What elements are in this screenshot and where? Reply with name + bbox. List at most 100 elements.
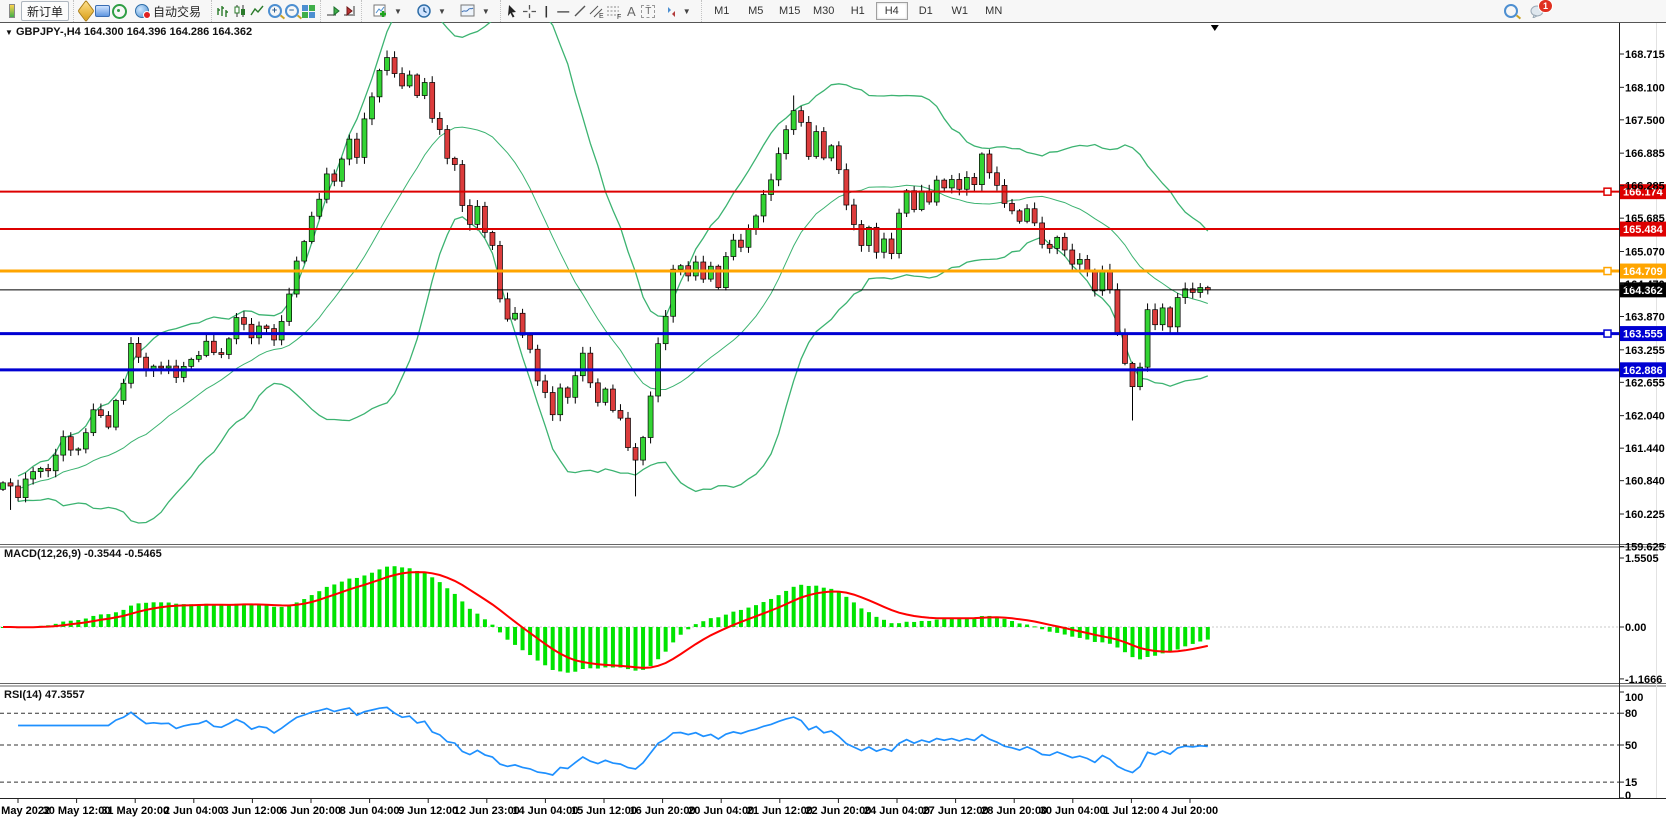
rsi-axis-tick: 100 — [1625, 692, 1643, 704]
price-axis-tick: 165.070 — [1625, 246, 1665, 258]
toolbar-group-scroll — [320, 0, 361, 22]
toolbar-group-objects: | — E F A T ▼ — [500, 0, 701, 22]
templates-dropdown[interactable]: ▼ — [454, 1, 496, 21]
trendline-icon[interactable] — [572, 3, 589, 20]
time-axis-label: 6 Jun 20:00 — [281, 805, 341, 817]
price-axis-tick: 162.655 — [1625, 377, 1665, 389]
new-chart-dropdown[interactable]: ▼ — [366, 1, 408, 21]
autotrading-label: 自动交易 — [153, 3, 201, 20]
time-axis-label: 28 Jun 20:00 — [981, 805, 1047, 817]
price-axis-tick: 160.225 — [1625, 509, 1665, 521]
price-line-label: 164.709 — [1623, 266, 1663, 278]
chart-area[interactable]: 166.174165.484164.709164.362163.555162.8… — [0, 22, 1666, 823]
macd-axis-tick: 0.00 — [1625, 622, 1646, 634]
price-axis-tick: 161.440 — [1625, 443, 1665, 455]
periods-dropdown[interactable]: ▼ — [410, 1, 452, 21]
zoom-in-icon[interactable]: + — [266, 3, 283, 20]
crosshair-icon[interactable] — [521, 3, 538, 20]
rsi-axis-tick: 15 — [1625, 777, 1637, 789]
price-axis-tick: 163.870 — [1625, 312, 1665, 324]
price-axis-tick: 159.625 — [1625, 541, 1665, 553]
text-icon[interactable]: A — [623, 3, 640, 20]
new-order-label: 新订单 — [27, 3, 63, 20]
line-chart-icon[interactable] — [249, 3, 266, 20]
time-axis-label: 24 Jun 04:00 — [864, 805, 930, 817]
timeframe-m1[interactable]: M1 — [706, 2, 738, 20]
timeframe-w1[interactable]: W1 — [944, 2, 976, 20]
time-axis-label: 3 Jun 12:00 — [222, 805, 282, 817]
price-axis-tick: 160.840 — [1625, 476, 1665, 488]
mt4-window: 新订单 自动交易 + − ▼ ▼ ▼ — [0, 0, 1666, 823]
price-axis-tick: 168.715 — [1625, 49, 1665, 61]
toolbar: 新订单 自动交易 + − ▼ ▼ ▼ — [0, 0, 1666, 23]
price-line-label: 162.886 — [1623, 365, 1663, 377]
cursor-icon[interactable] — [504, 3, 521, 20]
metaeditor-icon[interactable] — [77, 3, 94, 20]
toolbar-group-trade: 新订单 — [0, 0, 73, 22]
time-axis-label: 14 Jun 04:00 — [512, 805, 578, 817]
chart-title: ▼ GBPJPY-,H4 164.300 164.396 164.286 164… — [5, 26, 252, 38]
time-axis-label: 31 May 20:00 — [101, 805, 169, 817]
price-axis-tick: 166.285 — [1625, 181, 1665, 193]
timeframe-h1[interactable]: H1 — [842, 2, 874, 20]
timeframe-mn[interactable]: MN — [978, 2, 1010, 20]
toolbar-group-apps: 自动交易 — [73, 0, 211, 22]
chart-shift-icon[interactable] — [341, 3, 358, 20]
time-axis-label: 1 Jul 12:00 — [1103, 805, 1159, 817]
time-axis-label: 27 Jun 12:00 — [923, 805, 989, 817]
notification-badge: 1 — [1538, 0, 1553, 13]
time-axis-label: 4 Jul 20:00 — [1162, 805, 1218, 817]
new-order-button[interactable]: 新订单 — [21, 1, 69, 21]
rsi-axis-tick: 50 — [1625, 740, 1637, 752]
time-axis-label: 8 Jun 04:00 — [340, 805, 400, 817]
channel-letter: E — [599, 13, 604, 19]
terminal-icon[interactable] — [94, 3, 111, 20]
auto-scroll-icon[interactable] — [324, 3, 341, 20]
candlestick-icon[interactable] — [232, 3, 249, 20]
time-axis-label: 9 Jun 12:00 — [398, 805, 458, 817]
time-axis-label: 20 Jun 04:00 — [688, 805, 754, 817]
fibonacci-icon[interactable]: F — [606, 3, 623, 20]
timeframe-m30[interactable]: M30 — [808, 2, 840, 20]
price-axis-tick: 168.100 — [1625, 82, 1665, 94]
rsi-axis-tick: 80 — [1625, 708, 1637, 720]
price-axis-tick: 163.255 — [1625, 345, 1665, 357]
signals-icon[interactable] — [111, 3, 128, 20]
timeframe-h4[interactable]: H4 — [876, 2, 908, 20]
zoom-out-icon[interactable]: − — [283, 3, 300, 20]
tile-windows-icon[interactable] — [300, 3, 317, 20]
text-label-icon[interactable]: T — [640, 3, 657, 20]
bar-chart-icon[interactable] — [215, 3, 232, 20]
search-icon[interactable] — [1502, 3, 1519, 20]
price-line-label: 163.555 — [1623, 329, 1663, 341]
price-axis-tick: 167.500 — [1625, 115, 1665, 127]
time-axis-label: 22 Jun 20:00 — [805, 805, 871, 817]
svg-text:F: F — [617, 14, 621, 19]
equidistant-channel-icon[interactable]: E — [589, 3, 606, 20]
chat-icon[interactable]: 1 — [1529, 3, 1546, 20]
macd-axis-tick: 1.5505 — [1625, 553, 1659, 565]
price-axis-tick: 166.885 — [1625, 148, 1665, 160]
horizontal-line-icon[interactable]: — — [555, 3, 572, 20]
price-axis-tick: 162.040 — [1625, 411, 1665, 423]
timeframe-m15[interactable]: M15 — [774, 2, 806, 20]
time-axis-label: 12 Jun 23:00 — [454, 805, 520, 817]
symbol-dropdown-icon[interactable]: ▼ — [5, 28, 13, 37]
arrows-dropdown[interactable]: ▼ — [658, 1, 697, 21]
toolbar-group-timeframes: M1 M5 M15 M30 H1 H4 D1 W1 MN — [701, 0, 1014, 22]
timeframe-m5[interactable]: M5 — [740, 2, 772, 20]
autotrading-icon — [135, 4, 149, 18]
price-axis-tick: 164.470 — [1625, 279, 1665, 291]
timeframe-d1[interactable]: D1 — [910, 2, 942, 20]
price-axis-tick: 165.685 — [1625, 213, 1665, 225]
autotrading-button[interactable]: 自动交易 — [129, 1, 207, 21]
market-watch-icon[interactable] — [3, 3, 20, 20]
macd-label: MACD(12,26,9) -0.3544 -0.5465 — [4, 548, 162, 560]
time-axis-label: 2 Jun 04:00 — [164, 805, 224, 817]
vertical-line-icon[interactable]: | — [538, 3, 555, 20]
time-axis-label: 16 Jun 20:00 — [630, 805, 696, 817]
price-line-label: 165.484 — [1623, 224, 1664, 236]
time-axis-label: 21 Jun 12:00 — [747, 805, 813, 817]
macd-axis-tick: -1.1666 — [1625, 674, 1662, 686]
rsi-label: RSI(14) 47.3557 — [4, 689, 85, 701]
